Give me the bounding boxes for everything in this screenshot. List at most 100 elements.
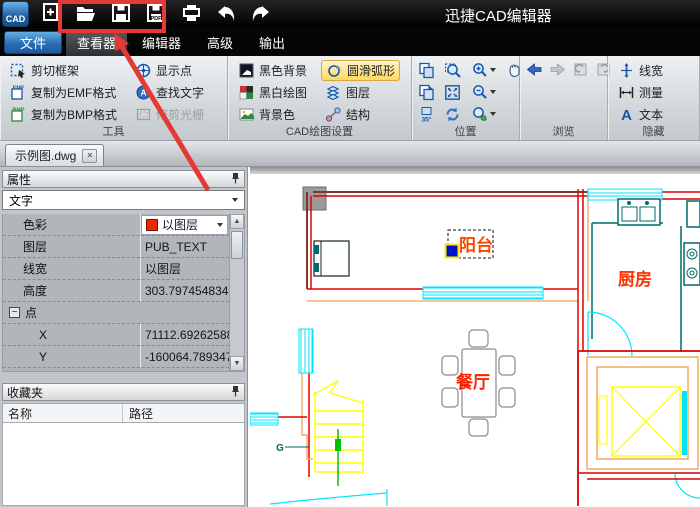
color-swatch [146,219,158,231]
copy-emf-label: 复制为EMF格式 [31,84,116,101]
line-width-icon [618,62,635,79]
black-background-button[interactable]: 黑色背景 [234,61,311,80]
print-button[interactable] [178,1,204,27]
text-a-glyph: A [621,107,632,123]
document-tab-bar: 示例图.dwg ✕ [0,141,700,167]
color-value: 以图层 [162,216,213,233]
zoom-selected-dropdown-caret[interactable] [490,112,496,116]
measure-button[interactable]: 测量 [614,83,667,102]
zoom-in-dropdown-caret[interactable] [490,68,496,72]
file-menu-button[interactable]: 文件 [4,31,62,54]
property-row-x: X 71112.692625888 [3,324,244,346]
bed [314,241,349,276]
zoom-in-button[interactable] [472,62,506,79]
favorites-list[interactable] [2,423,245,506]
new-document-icon [41,2,61,26]
grip-handle[interactable] [446,245,459,258]
pin-icon[interactable] [231,172,240,187]
property-grid-scrollbar[interactable]: ▲ ▼ [229,214,244,371]
left-panel: 属性 文字 色彩 以图层 图层 PUB_TEXT [0,167,248,507]
view-forward-button[interactable] [549,61,566,78]
document-tab[interactable]: 示例图.dwg ✕ [5,144,104,166]
bmp-badge: BMP [12,107,25,113]
cut-frame-button[interactable]: 剪切框架 [6,61,121,80]
group-label-hide: 隐藏 [608,123,699,139]
find-text-icon: A [135,84,152,101]
line-width-button[interactable]: 线宽 [614,61,667,80]
scrollbar-thumb[interactable] [231,231,243,259]
copy-bmp-icon: BMP [10,106,27,123]
bw-drawing-button[interactable]: 黑白绘图 [234,83,311,102]
tab-output[interactable]: 输出 [248,29,296,56]
copy-bmp-button[interactable]: BMP 复制为BMP格式 [6,105,121,124]
smooth-arc-button[interactable]: 圆滑弧形 [321,60,400,81]
structure-label: 结构 [346,106,370,123]
save-button[interactable] [108,1,134,27]
trim-raster-button[interactable]: 修剪光栅 [131,105,208,124]
redo-button[interactable] [248,1,274,27]
drawing-canvas[interactable]: G [248,167,700,507]
group-label-tools: 工具 [0,123,227,139]
selected-text-entity[interactable]: 阳台 [446,230,494,258]
favorites-column-path[interactable]: 路径 [123,405,153,422]
grid-marker-g: G [276,443,309,454]
property-row-point-section: − 点 [3,302,244,324]
layers-label: 图层 [346,84,370,101]
pin-icon[interactable] [231,385,240,400]
display-points-button[interactable]: 显示点 [131,61,208,80]
document-tab-close-button[interactable]: ✕ [82,149,97,163]
save-pdf-icon: PDF [146,3,166,26]
favorites-column-name[interactable]: 名称 [3,404,123,422]
text-button[interactable]: A 文本 [614,105,667,124]
view-previous-page-button[interactable] [572,61,589,78]
room-label-kitchen: 厨房 [618,269,652,289]
svg-text:G: G [276,443,284,454]
copy-emf-button[interactable]: EMF 复制为EMF格式 [6,83,121,102]
zoom-extents-button[interactable] [444,84,472,101]
rotate-view-button[interactable]: 35° [418,106,444,123]
rotate-35-icon: 35° [418,106,435,123]
entity-type-dropdown[interactable]: 文字 [2,190,245,210]
new-document-button[interactable] [38,1,64,27]
property-label: Y [3,346,141,367]
property-row-layer: 图层 PUB_TEXT [3,236,244,258]
undo-button[interactable] [213,1,239,27]
bottom-left-door-arc [270,493,387,504]
scroll-up-button[interactable]: ▲ [230,214,244,229]
open-folder-icon [75,3,97,26]
zoom-window-icon [444,62,461,79]
app-logo[interactable]: CAD [2,1,29,27]
zoom-out-dropdown-caret[interactable] [490,90,496,94]
refresh-view-button[interactable] [444,106,472,123]
document-tab-label: 示例图.dwg [15,147,76,164]
tab-viewer[interactable]: 查看器 [66,29,127,56]
scroll-down-button[interactable]: ▼ [230,356,244,371]
structure-button[interactable]: 结构 [321,105,400,124]
color-dropdown[interactable]: 以图层 [141,215,228,235]
zoom-selected-button[interactable] [472,106,506,123]
layers-button[interactable]: 图层 [321,83,400,102]
app-title: 迅捷CAD编辑器 [445,5,552,26]
collapse-icon[interactable]: − [9,307,20,318]
text-label: 文本 [639,106,663,123]
favorites-column-headers: 名称 路径 [2,403,245,423]
tab-editor[interactable]: 编辑器 [131,29,192,56]
elevator-door-arc [675,473,700,498]
open-button[interactable] [73,1,99,27]
elevator-shaft [578,351,700,506]
background-color-button[interactable]: 背景色 [234,105,311,124]
favorites-panel-header: 收藏夹 [2,383,245,401]
find-text-button[interactable]: A 查找文字 [131,83,208,102]
tab-advanced[interactable]: 高级 [196,29,244,56]
zoom-out-button[interactable] [472,84,506,101]
save-as-pdf-button[interactable]: PDF [143,1,169,27]
canvas-top-strip [250,167,700,174]
zoom-window-button[interactable] [444,62,472,79]
layers-icon [325,84,342,101]
paste-view-button[interactable] [418,84,444,101]
ribbon-group-tools: 剪切框架 显示点 EMF 复制为EMF格式 A 查找文字 BMP 复制为BMP格… [0,56,228,140]
copy-view-button[interactable] [418,62,444,79]
section-label: 点 [25,304,37,321]
smooth-arc-icon [326,62,343,79]
view-back-button[interactable] [526,61,543,78]
